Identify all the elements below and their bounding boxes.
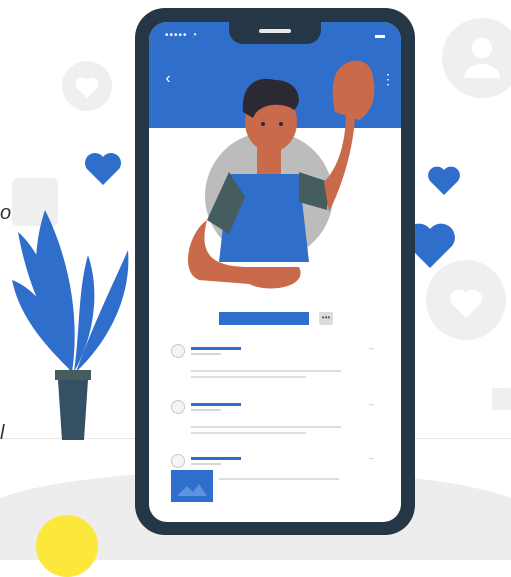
- heart-icon-right-small: [428, 166, 460, 195]
- image-thumbnail-icon[interactable]: [171, 470, 213, 502]
- feed-item-name-placeholder: [191, 457, 241, 460]
- waving-man-figure: [187, 60, 375, 289]
- faint-thumbs-up: [12, 178, 58, 226]
- feed-item-menu-icon[interactable]: –: [369, 454, 373, 463]
- feed-text-line: [191, 432, 306, 434]
- feed-item[interactable]: –: [149, 400, 401, 460]
- faint-profile-bubble: [442, 18, 511, 98]
- feed-item-menu-icon[interactable]: –: [369, 400, 373, 409]
- phone-device: ••••• ◔ ▬ ‹ ⋮ ••• – – –: [135, 8, 415, 535]
- feed-item-name-placeholder: [191, 347, 241, 350]
- user-avatar-icon: [171, 400, 185, 414]
- feed-item-meta-placeholder: [191, 463, 221, 465]
- feed-item-meta-placeholder: [191, 409, 221, 411]
- user-avatar-icon: [171, 454, 185, 468]
- profile-name-placeholder: [219, 312, 309, 325]
- feed-item[interactable]: –: [149, 344, 401, 404]
- feed-text-line: [219, 478, 339, 480]
- feed-text-line: [191, 370, 341, 372]
- potted-plant: [12, 210, 129, 440]
- landscape-icon: [177, 484, 207, 496]
- feed-item-menu-icon[interactable]: –: [369, 344, 373, 353]
- phone-screen: ••••• ◔ ▬ ‹ ⋮ ••• – – –: [149, 22, 401, 522]
- feed-item-name-placeholder: [191, 403, 241, 406]
- heart-icon-left: [85, 153, 121, 185]
- feed-text-line: [191, 426, 341, 428]
- side-text-top: o: [0, 202, 12, 224]
- more-horizontal-icon[interactable]: •••: [319, 312, 333, 325]
- feed-item-meta-placeholder: [191, 353, 221, 355]
- yellow-circle: [36, 515, 98, 577]
- side-text-bottom: l: [0, 422, 5, 444]
- illustration: o l ••••• ◔ ▬ ‹ ⋮ ••• – – –: [0, 0, 511, 577]
- feed-text-line: [191, 376, 306, 378]
- user-avatar-icon: [171, 344, 185, 358]
